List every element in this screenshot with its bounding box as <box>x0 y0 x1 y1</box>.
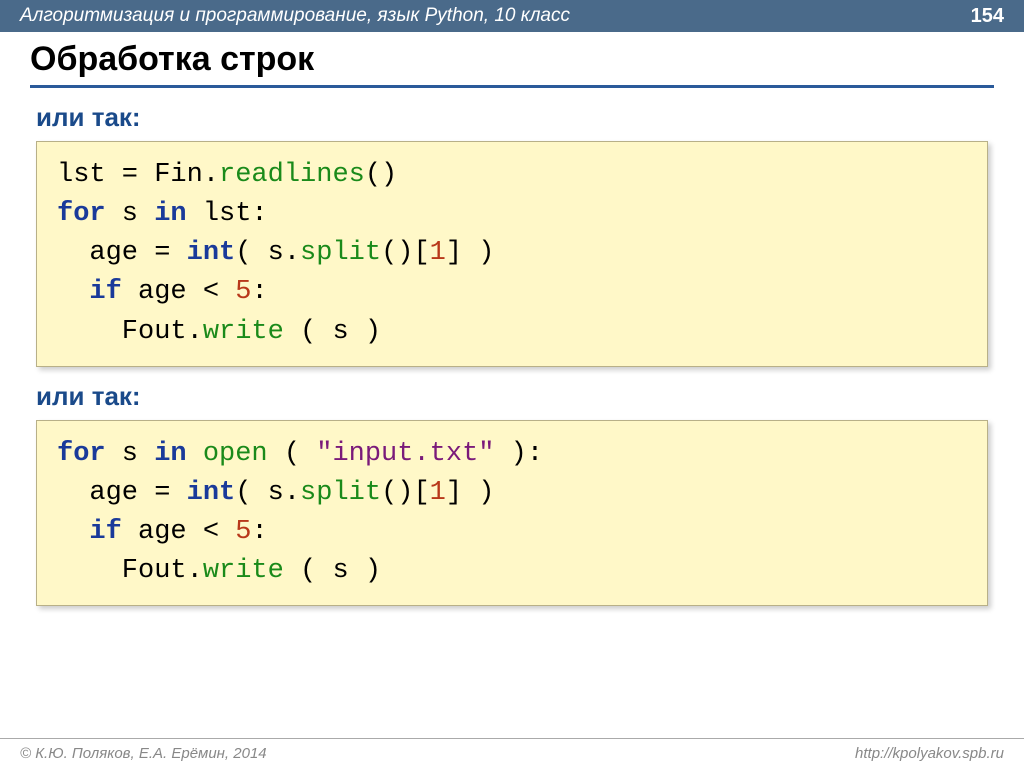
main-title: Обработка строк <box>30 40 994 88</box>
footer: © К.Ю. Поляков, Е.А. Ерёмин, 2014 http:/… <box>0 738 1024 768</box>
code-block-2: for s in open ( "input.txt" ): age = int… <box>36 420 988 607</box>
slide-content: Обработка строк или так: lst = Fin.readl… <box>0 32 1024 606</box>
sub-label-1: или так: <box>36 102 994 133</box>
page-number: 154 <box>971 5 1004 28</box>
footer-copyright: © К.Ю. Поляков, Е.А. Ерёмин, 2014 <box>20 745 267 762</box>
footer-url: http://kpolyakov.spb.ru <box>855 745 1004 762</box>
code-block-1: lst = Fin.readlines() for s in lst: age … <box>36 141 988 367</box>
sub-label-2: или так: <box>36 381 994 412</box>
course-title: Алгоритмизация и программирование, язык … <box>20 5 570 27</box>
header-bar: Алгоритмизация и программирование, язык … <box>0 0 1024 32</box>
